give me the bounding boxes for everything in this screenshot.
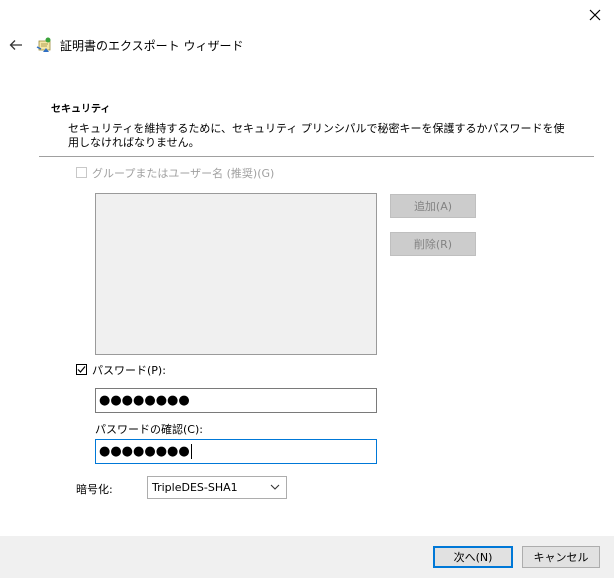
checkmark-icon: [77, 366, 86, 373]
group-user-list[interactable]: [95, 193, 377, 355]
certificate-wizard-icon: [36, 36, 54, 54]
arrow-left-icon: [9, 40, 22, 50]
next-button[interactable]: 次へ(N): [433, 546, 513, 568]
group-user-checkbox[interactable]: [76, 167, 87, 178]
password-checkbox[interactable]: [76, 364, 87, 375]
divider: [39, 156, 594, 157]
confirm-password-input[interactable]: ●●●●●●●●: [95, 439, 377, 464]
section-heading: セキュリティ: [51, 104, 111, 115]
password-value: ●●●●●●●●: [99, 393, 190, 408]
section-description: セキュリティを維持するために、セキュリティ プリンシパルで秘密キーを保護するかパ…: [68, 122, 565, 149]
text-caret: [190, 444, 192, 459]
encryption-selected: TripleDES-SHA1: [152, 481, 238, 494]
confirm-password-label: パスワードの確認(C):: [95, 423, 203, 436]
encryption-label: 暗号化:: [76, 483, 113, 496]
password-input[interactable]: ●●●●●●●●: [95, 388, 377, 413]
cancel-button[interactable]: キャンセル: [522, 546, 600, 568]
back-button[interactable]: [6, 36, 26, 54]
password-label: パスワード(P):: [92, 364, 166, 377]
add-button[interactable]: 追加(A): [390, 194, 476, 218]
encryption-select[interactable]: TripleDES-SHA1: [147, 476, 287, 499]
close-button[interactable]: [578, 2, 612, 28]
wizard-title: 証明書のエクスポート ウィザード: [60, 39, 244, 53]
chevron-down-icon: [270, 484, 280, 490]
close-icon: [589, 9, 601, 21]
remove-button[interactable]: 削除(R): [390, 232, 476, 256]
group-user-label: グループまたはユーザー名 (推奨)(G): [92, 167, 275, 180]
confirm-password-value: ●●●●●●●●: [99, 444, 190, 459]
